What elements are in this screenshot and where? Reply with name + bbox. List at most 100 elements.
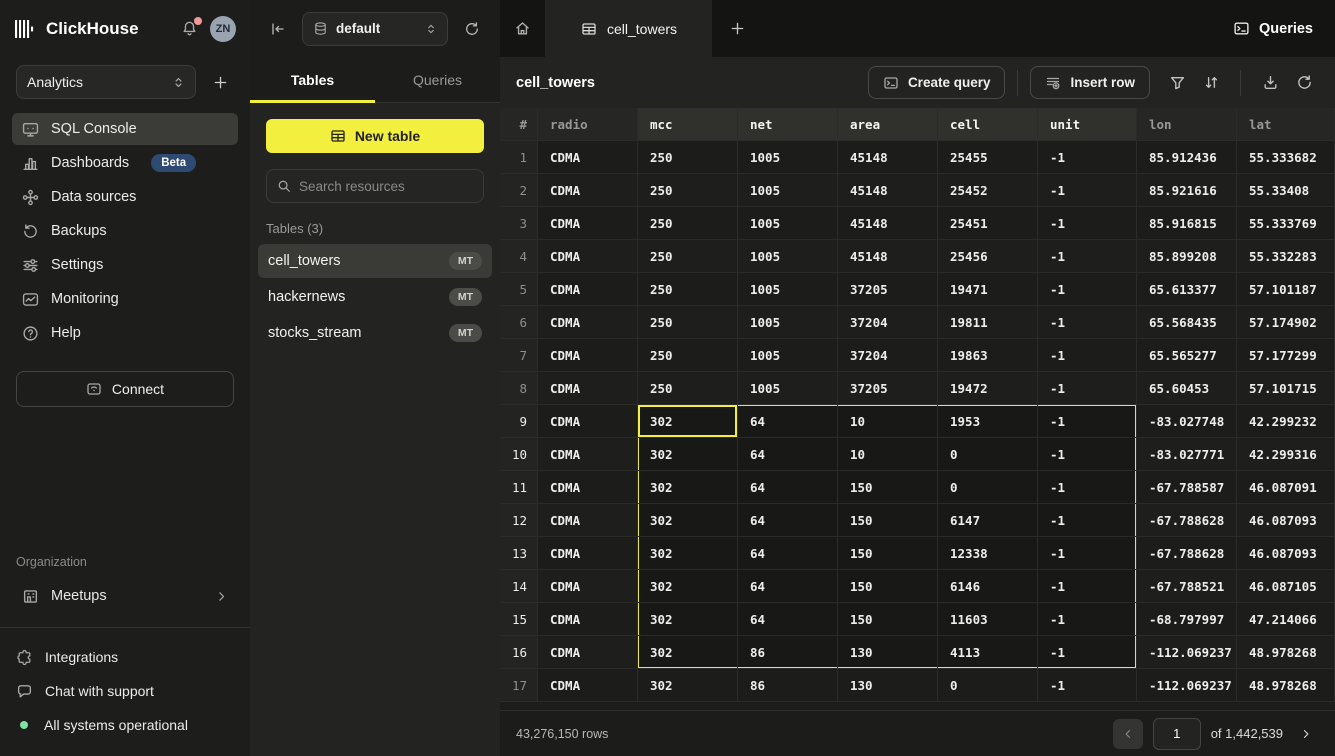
cell-cell[interactable]: 19811 [938,306,1038,339]
refresh-button[interactable] [1287,66,1321,100]
page-input[interactable] [1153,718,1201,750]
new-table-button[interactable]: New table [266,119,484,153]
cell-area[interactable]: 10 [838,405,938,438]
table-list-item-hackernews[interactable]: hackernews MT [258,280,492,314]
cell-cell[interactable]: 25451 [938,207,1038,240]
cell-unit[interactable]: -1 [1038,438,1137,471]
cell-mcc[interactable]: 302 [638,603,738,636]
tab-cell-towers[interactable]: cell_towers [546,0,712,57]
cell-cell[interactable]: 25456 [938,240,1038,273]
cell-lat[interactable]: 42.299232 [1237,405,1335,438]
column-header-unit[interactable]: unit [1038,108,1137,141]
insert-row-button[interactable]: Insert row [1030,66,1150,99]
cell-net[interactable]: 64 [738,603,838,636]
cell-cell[interactable]: 19471 [938,273,1038,306]
cell-radio[interactable]: CDMA [538,174,638,207]
cell-radio[interactable]: CDMA [538,669,638,702]
cell-net[interactable]: 1005 [738,174,838,207]
cell-mcc[interactable]: 250 [638,240,738,273]
cell-lon[interactable]: -68.797997 [1137,603,1237,636]
cell-radio[interactable]: CDMA [538,471,638,504]
column-header-net[interactable]: net [738,108,838,141]
row-number[interactable]: 16 [500,636,538,669]
cell-cell[interactable]: 0 [938,438,1038,471]
cell-lat[interactable]: 57.101715 [1237,372,1335,405]
refresh-panel-button[interactable] [458,15,486,43]
cell-radio[interactable]: CDMA [538,372,638,405]
cell-cell[interactable]: 25455 [938,141,1038,174]
row-number[interactable]: 13 [500,537,538,570]
cell-unit[interactable]: -1 [1038,504,1137,537]
cell-area[interactable]: 45148 [838,240,938,273]
cell-radio[interactable]: CDMA [538,570,638,603]
cell-lon[interactable]: -67.788628 [1137,504,1237,537]
cell-unit[interactable]: -1 [1038,537,1137,570]
cell-net[interactable]: 64 [738,570,838,603]
cell-net[interactable]: 86 [738,669,838,702]
cell-lat[interactable]: 55.33408 [1237,174,1335,207]
cell-unit[interactable]: -1 [1038,306,1137,339]
cell-unit[interactable]: -1 [1038,471,1137,504]
row-number[interactable]: 11 [500,471,538,504]
row-number[interactable]: 12 [500,504,538,537]
database-select[interactable]: default [302,12,448,46]
cell-lon[interactable]: -67.788628 [1137,537,1237,570]
cell-lat[interactable]: 46.087105 [1237,570,1335,603]
cell-mcc[interactable]: 250 [638,207,738,240]
sidebar-item-meetups[interactable]: Meetups [12,579,238,613]
cell-net[interactable]: 64 [738,471,838,504]
cell-lon[interactable]: -83.027748 [1137,405,1237,438]
cell-lat[interactable]: 46.087091 [1237,471,1335,504]
cell-mcc[interactable]: 250 [638,174,738,207]
cell-area[interactable]: 150 [838,603,938,636]
sidebar-item-settings[interactable]: Settings [12,249,238,281]
cell-unit[interactable]: -1 [1038,207,1137,240]
cell-lat[interactable]: 57.101187 [1237,273,1335,306]
cell-radio[interactable]: CDMA [538,306,638,339]
cell-lon[interactable]: 85.916815 [1137,207,1237,240]
cell-cell[interactable]: 11603 [938,603,1038,636]
cell-unit[interactable]: -1 [1038,603,1137,636]
cell-radio[interactable]: CDMA [538,405,638,438]
cell-radio[interactable]: CDMA [538,339,638,372]
row-number[interactable]: 10 [500,438,538,471]
cell-radio[interactable]: CDMA [538,240,638,273]
collapse-panel-button[interactable] [264,15,292,43]
cell-area[interactable]: 150 [838,471,938,504]
row-number[interactable]: 6 [500,306,538,339]
sidebar-item-sql-console[interactable]: SQL Console [12,113,238,145]
sort-button[interactable] [1194,66,1228,100]
cell-area[interactable]: 37204 [838,339,938,372]
table-list-item-cell-towers[interactable]: cell_towers MT [258,244,492,278]
cell-area[interactable]: 150 [838,504,938,537]
cell-lon[interactable]: 65.565277 [1137,339,1237,372]
create-query-button[interactable]: Create query [868,66,1006,99]
row-number[interactable]: 15 [500,603,538,636]
cell-cell[interactable]: 19472 [938,372,1038,405]
cell-area[interactable]: 45148 [838,141,938,174]
cell-radio[interactable]: CDMA [538,537,638,570]
cell-mcc[interactable]: 302 [638,537,738,570]
cell-lon[interactable]: 65.60453 [1137,372,1237,405]
cell-radio[interactable]: CDMA [538,504,638,537]
row-number[interactable]: 1 [500,141,538,174]
column-header-num[interactable]: # [500,108,538,141]
home-tab-button[interactable] [500,0,546,57]
cell-unit[interactable]: -1 [1038,240,1137,273]
cell-lon[interactable]: 85.899208 [1137,240,1237,273]
previous-page-button[interactable] [1113,719,1143,749]
sidebar-item-monitoring[interactable]: Monitoring [12,283,238,315]
row-number[interactable]: 3 [500,207,538,240]
cell-area[interactable]: 37204 [838,306,938,339]
column-header-lat[interactable]: lat [1237,108,1335,141]
sidebar-item-backups[interactable]: Backups [12,215,238,247]
notifications-button[interactable] [177,16,202,41]
cell-unit[interactable]: -1 [1038,636,1137,669]
cell-area[interactable]: 150 [838,537,938,570]
column-header-cell[interactable]: cell [938,108,1038,141]
cell-unit[interactable]: -1 [1038,570,1137,603]
cell-cell[interactable]: 1953 [938,405,1038,438]
sidebar-item-help[interactable]: Help [12,317,238,349]
cell-radio[interactable]: CDMA [538,603,638,636]
avatar[interactable]: ZN [210,16,236,42]
